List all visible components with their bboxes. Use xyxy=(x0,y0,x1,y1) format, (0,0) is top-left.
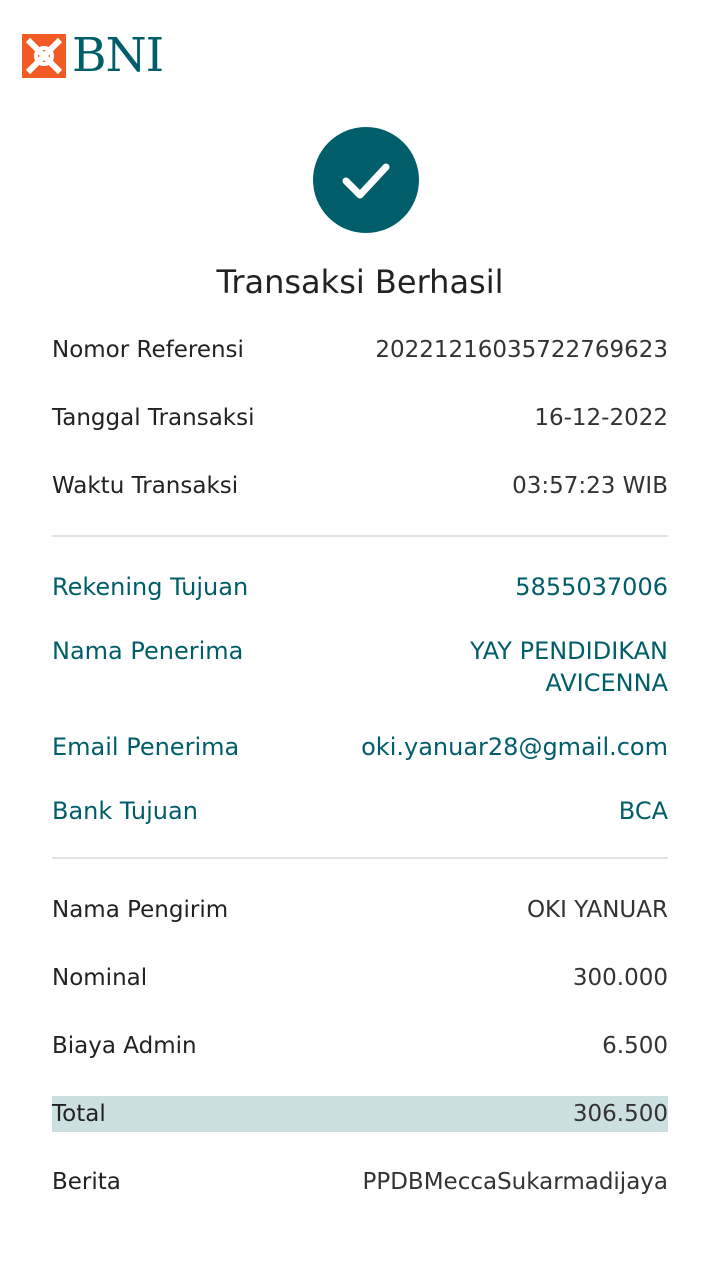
sender-value: OKI YANUAR xyxy=(526,897,668,923)
fee-row: Biaya Admin 6.500 xyxy=(52,1030,668,1062)
date-value: 16-12-2022 xyxy=(534,405,668,431)
recipient-email-row: Email Penerima oki.yanuar28@gmail.com xyxy=(52,731,668,763)
bni-logo: BNI xyxy=(22,28,164,83)
recipient-name-value: YAY PENDIDIKAN AVICENNA xyxy=(469,637,668,697)
bank-label: Bank Tujuan xyxy=(52,797,198,825)
amount-row: Nominal 300.000 xyxy=(52,962,668,994)
divider xyxy=(52,535,668,537)
page-title: Transaksi Berhasil xyxy=(216,263,504,301)
fee-label: Biaya Admin xyxy=(52,1033,197,1059)
reference-value: 20221216035722769623 xyxy=(375,337,668,363)
reference-row: Nomor Referensi 20221216035722769623 xyxy=(52,334,668,366)
divider xyxy=(52,857,668,859)
amount-value: 300.000 xyxy=(572,965,668,991)
time-label: Waktu Transaksi xyxy=(52,473,239,499)
recipient-name-label: Nama Penerima xyxy=(52,637,244,665)
account-label: Rekening Tujuan xyxy=(52,573,249,601)
total-label: Total xyxy=(52,1101,106,1127)
date-label: Tanggal Transaksi xyxy=(52,405,255,431)
note-row: Berita PPDBMeccaSukarmadijaya xyxy=(52,1166,668,1198)
bank-row: Bank Tujuan BCA xyxy=(52,795,668,827)
account-row: Rekening Tujuan 5855037006 xyxy=(52,571,668,603)
recipient-name-row: Nama Penerima YAY PENDIDIKAN AVICENNA xyxy=(52,635,668,699)
note-value: PPDBMeccaSukarmadijaya xyxy=(362,1169,668,1195)
sender-label: Nama Pengirim xyxy=(52,897,229,923)
time-row: Waktu Transaksi 03:57:23 WIB xyxy=(52,470,668,502)
reference-label: Nomor Referensi xyxy=(52,337,244,363)
sender-row: Nama Pengirim OKI YANUAR xyxy=(52,894,668,926)
fee-value: 6.500 xyxy=(602,1033,668,1059)
recipient-email-label: Email Penerima xyxy=(52,733,240,761)
check-icon xyxy=(342,163,390,199)
total-value: 306.500 xyxy=(572,1101,668,1127)
bank-value: BCA xyxy=(618,797,668,825)
bni-logo-mark-icon xyxy=(22,34,66,78)
amount-label: Nominal xyxy=(52,965,148,991)
account-value: 5855037006 xyxy=(515,573,668,601)
total-row: Total 306.500 xyxy=(52,1096,668,1132)
success-check-icon xyxy=(313,127,419,233)
date-row: Tanggal Transaksi 16-12-2022 xyxy=(52,402,668,434)
recipient-email-value: oki.yanuar28@gmail.com xyxy=(361,733,668,761)
time-value: 03:57:23 WIB xyxy=(512,473,668,499)
bni-logo-text: BNI xyxy=(72,28,164,83)
note-label: Berita xyxy=(52,1169,121,1195)
